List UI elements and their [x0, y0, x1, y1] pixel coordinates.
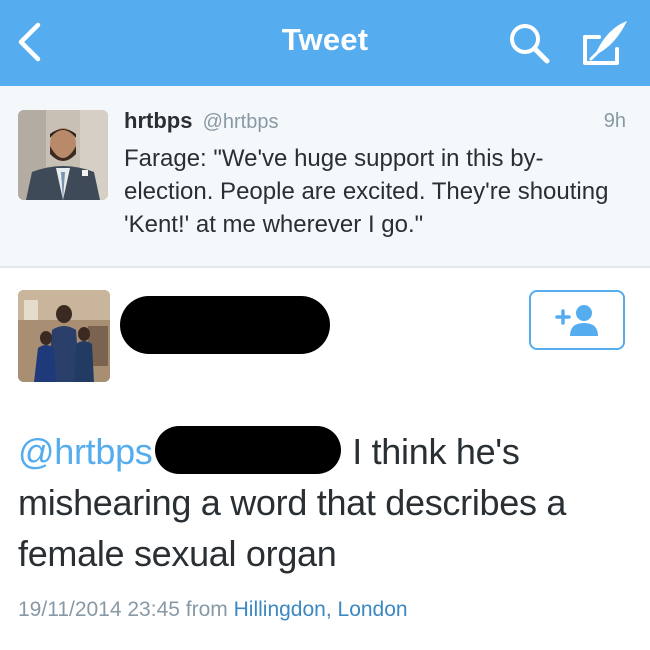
- redacted-author-name: [120, 296, 330, 354]
- mention-link[interactable]: @hrtbps: [18, 431, 153, 472]
- tweet-time: 9h: [603, 110, 626, 132]
- avatar[interactable]: [18, 110, 108, 200]
- search-button[interactable]: [500, 14, 558, 72]
- profile-photo-icon: [18, 110, 108, 200]
- tweet-text: @hrtbps I think he's mishearing a word t…: [18, 426, 638, 579]
- from-label: from: [185, 598, 228, 621]
- author-row: hrtbps @hrtbps: [124, 108, 278, 134]
- location-link[interactable]: Hillingdon, London: [234, 598, 408, 621]
- compose-icon: [583, 21, 627, 65]
- follow-button[interactable]: [529, 290, 625, 350]
- compose-button[interactable]: [572, 10, 638, 76]
- avatar[interactable]: [18, 290, 110, 382]
- redacted-mention: [154, 426, 341, 474]
- nav-bar: Tweet: [0, 0, 650, 86]
- tweet-detail-screen: Tweet hrtbps @hrtbps 9h Farage: "We've h…: [0, 0, 650, 650]
- author-handle[interactable]: @hrtbps: [203, 111, 279, 133]
- tweet-timestamp: 19/11/2014 23:45: [18, 598, 180, 621]
- author-name[interactable]: hrtbps: [124, 108, 192, 133]
- add-user-icon: [555, 305, 598, 336]
- profile-photo-icon: [18, 290, 110, 382]
- tweet-meta: 19/11/2014 23:45 from Hillingdon, London: [18, 598, 408, 622]
- parent-tweet[interactable]: hrtbps @hrtbps 9h Farage: "We've huge su…: [0, 86, 650, 268]
- tweet-text: Farage: "We've huge support in this by-e…: [124, 145, 609, 238]
- search-icon: [510, 24, 550, 64]
